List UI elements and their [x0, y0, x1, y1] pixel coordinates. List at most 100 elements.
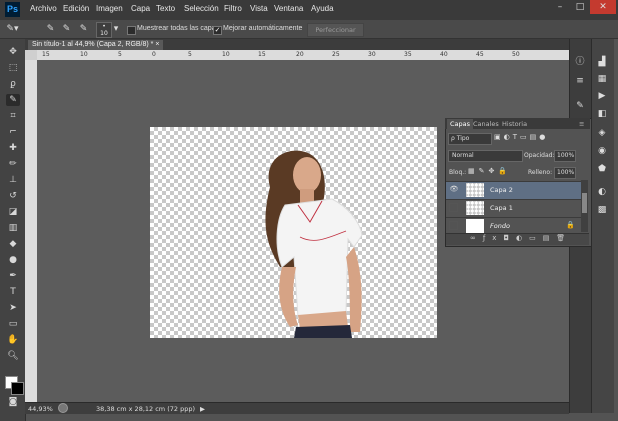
tab-historia[interactable]: Historia	[499, 119, 530, 129]
channels-panel-icon[interactable]: ◉	[595, 145, 609, 157]
fill-input[interactable]: 100%	[554, 167, 576, 179]
vertical-ruler	[25, 60, 37, 402]
close-tab-icon[interactable]: ×	[155, 41, 159, 48]
layer-thumbnail	[466, 183, 484, 197]
menu-bar	[0, 0, 618, 21]
paths-panel-icon[interactable]: ⬟	[595, 163, 609, 175]
blur-tool-icon[interactable]: ◆	[6, 238, 20, 250]
quick-selection-tool-icon[interactable]: ✎	[6, 94, 20, 106]
menu-edicion[interactable]: Edición	[63, 4, 89, 13]
woman-cutout-image	[265, 150, 363, 338]
visibility-toggle-off[interactable]	[449, 203, 458, 212]
status-info-icon[interactable]	[58, 403, 68, 413]
pen-tool-icon[interactable]: ✒	[6, 270, 20, 282]
quick-selection-preset-icon[interactable]: ✎▾	[6, 23, 19, 35]
path-selection-tool-icon[interactable]: ➤	[6, 302, 20, 314]
lock-icon: 🔒	[566, 221, 575, 229]
info-panel-icon[interactable]: ⓘ	[573, 56, 587, 68]
actions-panel-icon[interactable]: ▶	[595, 90, 609, 102]
menu-ventana[interactable]: Ventana	[274, 4, 303, 13]
healing-tool-icon[interactable]: ✚	[6, 142, 20, 154]
visibility-toggle-off[interactable]	[449, 221, 458, 230]
ruler-tick: 5	[118, 51, 122, 58]
quick-mask-icon[interactable]: ◙	[6, 396, 20, 408]
layer-thumbnail	[466, 201, 484, 215]
history-brush-tool-icon[interactable]: ↺	[6, 190, 20, 202]
hand-tool-icon[interactable]: ✋	[6, 334, 20, 346]
auto-enhance-label: Mejorar automáticamente	[223, 25, 303, 32]
opacity-input[interactable]: 100%	[554, 150, 576, 162]
ruler-tick: 5	[188, 51, 192, 58]
color-panel-icon[interactable]: ◧	[595, 108, 609, 120]
menu-imagen[interactable]: Imagen	[96, 4, 123, 13]
lock-icons[interactable]: ▦✎✥🔒	[468, 167, 511, 175]
brush-tool-icon[interactable]: ✏	[6, 158, 20, 170]
chevron-down-icon[interactable]: ▾	[112, 23, 120, 35]
gradient-tool-icon[interactable]: ▥	[6, 222, 20, 234]
menu-seleccion[interactable]: Selección	[184, 4, 219, 13]
layer-name[interactable]: Fondo	[490, 222, 510, 230]
menu-texto[interactable]: Texto	[156, 4, 175, 13]
ruler-tick: 45	[476, 51, 484, 58]
subtract-selection-icon[interactable]: ✎	[77, 23, 90, 35]
menu-capa[interactable]: Capa	[131, 4, 150, 13]
swatches-panel-icon[interactable]: ▩	[595, 204, 609, 216]
blend-mode-select[interactable]: Normal	[448, 150, 523, 162]
ruler-tick: 35	[404, 51, 412, 58]
document-size-info: 38,38 cm x 28,12 cm (72 ppp)	[96, 405, 195, 413]
fill-label: Relleno:	[528, 169, 553, 176]
refine-edge-button[interactable]: Perfeccionar bor...	[307, 23, 364, 46]
styles-panel-icon[interactable]: ◐	[595, 186, 609, 198]
menu-vista[interactable]: Vista	[250, 4, 268, 13]
brush-size-picker[interactable]: • 10	[96, 22, 112, 38]
auto-enhance-checkbox[interactable]: ✓	[213, 26, 222, 35]
ruler-tick: 20	[296, 51, 304, 58]
menu-filtro[interactable]: Filtro	[224, 4, 242, 13]
adjustments-panel-icon[interactable]: ▦	[595, 73, 609, 85]
close-window-button[interactable]: ✕	[590, 0, 616, 14]
sample-all-layers-label: Muestrear todas las capas	[137, 25, 220, 32]
opacity-label: Opacidad:	[524, 152, 555, 159]
filter-type-icons[interactable]: ▣◐T▭▤●	[494, 133, 579, 141]
menu-ayuda[interactable]: Ayuda	[311, 4, 334, 13]
status-menu-arrow-icon[interactable]: ▶	[200, 405, 205, 413]
background-color-swatch[interactable]	[11, 382, 24, 395]
document-canvas[interactable]	[150, 127, 437, 338]
document-tab[interactable]: Sin título-1 al 44,9% (Capa 2, RGB/8) * …	[28, 40, 164, 50]
ruler-tick: 10	[80, 51, 88, 58]
brush-panel-icon[interactable]: ✎	[573, 100, 587, 112]
ruler-tick: 0	[152, 51, 156, 58]
eye-icon[interactable]: 👁︎	[449, 185, 459, 193]
add-to-selection-icon[interactable]: ✎	[60, 23, 73, 35]
dodge-tool-icon[interactable]: ●	[6, 254, 20, 266]
marquee-tool-icon[interactable]: ⬚	[6, 62, 20, 74]
zoom-tool-icon[interactable]: 🔍︎	[6, 350, 20, 362]
eraser-tool-icon[interactable]: ◪	[6, 206, 20, 218]
type-tool-icon[interactable]: T	[6, 286, 20, 298]
new-selection-icon[interactable]: ✎	[44, 23, 57, 35]
shape-tool-icon[interactable]: ▭	[6, 318, 20, 330]
minimize-button[interactable]: –	[550, 0, 570, 14]
eyedropper-tool-icon[interactable]: ⌐	[6, 126, 20, 138]
layer-filter-select[interactable]: ρ Tipo	[448, 133, 492, 145]
history-panel-icon[interactable]: ≡	[573, 75, 587, 87]
ruler-tick: 50	[512, 51, 520, 58]
menu-archivo[interactable]: Archivo	[30, 4, 57, 13]
ruler-origin[interactable]	[25, 50, 37, 60]
layers-panel-icon[interactable]: ◈	[595, 127, 609, 139]
lasso-tool-icon[interactable]: ϼ	[6, 78, 20, 90]
layers-scroll-thumb[interactable]	[582, 193, 587, 213]
layer-name[interactable]: Capa 1	[490, 204, 513, 212]
sample-all-layers-checkbox[interactable]	[127, 26, 136, 35]
move-tool-icon[interactable]: ✥	[6, 46, 20, 58]
clone-stamp-tool-icon[interactable]: ⊥	[6, 174, 20, 186]
zoom-level[interactable]: 44,93%	[28, 405, 53, 413]
maximize-button[interactable]: □	[570, 0, 590, 14]
ruler-tick: 10	[222, 51, 230, 58]
layer-name[interactable]: Capa 2	[490, 186, 513, 194]
tab-canales[interactable]: Canales	[470, 119, 502, 129]
crop-tool-icon[interactable]: ⌗	[6, 110, 20, 122]
histogram-panel-icon[interactable]: ▟	[595, 56, 609, 68]
panel-menu-icon[interactable]: ≡	[576, 119, 587, 129]
layer-footer-icons[interactable]: ∞ƒx◘◐▭▤🗑	[470, 234, 572, 242]
